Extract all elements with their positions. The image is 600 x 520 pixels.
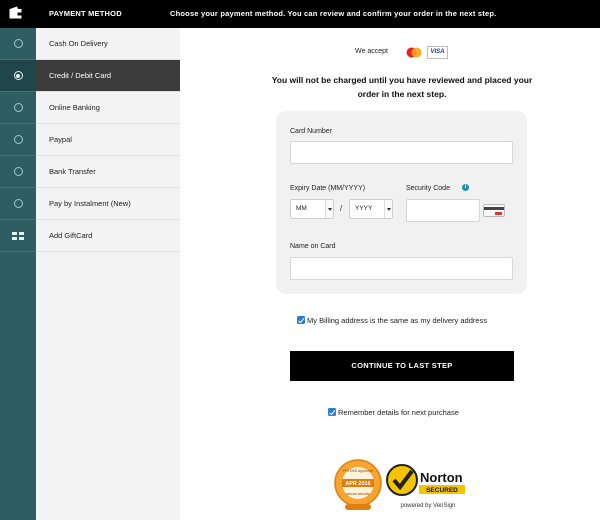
norton-secured-text: SECURED: [426, 487, 458, 494]
top-bar: PAYMENT METHOD Choose your payment metho…: [0, 0, 600, 28]
pci-dss-badge: APR 2016 PCI DSS approved secure securit…: [334, 459, 382, 510]
norton-secured-badge: Norton SECURED powered by VeriSign: [385, 462, 471, 509]
method-item-instalment[interactable]: Pay by Instalment (New): [36, 188, 180, 220]
date-separator: /: [340, 204, 343, 213]
name-on-card-input[interactable]: [290, 257, 513, 280]
remember-details-checkbox[interactable]: [328, 408, 336, 416]
gift-card-icon: [12, 231, 24, 240]
method-item-paypal[interactable]: Paypal: [36, 124, 180, 156]
payment-method-list: Cash On Delivery Credit / Debit Card Onl…: [36, 28, 180, 520]
we-accept-label: We accept: [355, 48, 388, 55]
radio-selected-icon: [13, 71, 23, 80]
norton-brand-text: Norton: [420, 470, 463, 485]
charge-notice: You will not be charged until you have r…: [271, 75, 533, 99]
expiry-month-value: MM: [296, 205, 307, 212]
method-item-bank-transfer[interactable]: Bank Transfer: [36, 156, 180, 188]
radio-icon: [13, 167, 23, 176]
card-back-cvv-icon: [483, 204, 505, 217]
method-radio-cash[interactable]: [0, 28, 36, 60]
method-radio-rail: [0, 28, 36, 520]
expiry-month-select[interactable]: MM: [290, 199, 334, 219]
norton-powered-text: powered by VeriSign: [400, 503, 455, 509]
method-item-credit-debit-card[interactable]: Credit / Debit Card: [36, 60, 180, 92]
method-radio-online-banking[interactable]: [0, 92, 36, 124]
billing-same-label[interactable]: My Billing address is the same as my del…: [307, 316, 487, 325]
method-radio-bank-transfer[interactable]: [0, 156, 36, 188]
expiry-year-select[interactable]: YYYY: [349, 199, 393, 219]
expiry-date-label: Expiry Date (MM/YYYY): [290, 185, 366, 192]
chevron-down-icon: [384, 200, 392, 218]
radio-icon: [13, 135, 23, 144]
visa-logo: VISA: [427, 46, 448, 59]
page-title: PAYMENT METHOD: [49, 9, 122, 18]
radio-icon: [13, 39, 23, 48]
name-on-card-label: Name on Card: [290, 243, 336, 250]
instruction-text: Choose your payment method. You can revi…: [170, 9, 497, 18]
billing-same-checkbox[interactable]: [297, 316, 305, 324]
remember-details-label[interactable]: Remember details for next purchase: [338, 408, 459, 417]
pci-approved-text: PCI DSS approved: [343, 469, 373, 473]
method-radio-paypal[interactable]: [0, 124, 36, 156]
radio-icon: [13, 199, 23, 208]
method-radio-giftcard[interactable]: [0, 220, 36, 252]
method-item-cash-on-delivery[interactable]: Cash On Delivery: [36, 28, 180, 60]
security-code-input[interactable]: [406, 199, 480, 222]
continue-button[interactable]: CONTINUE TO LAST STEP: [290, 351, 514, 381]
method-item-online-banking[interactable]: Online Banking: [36, 92, 180, 124]
pci-security-text: secure security: [346, 492, 370, 496]
card-details-panel: Card Number Expiry Date (MM/YYYY) MM / Y…: [276, 111, 527, 294]
method-radio-card[interactable]: [0, 60, 36, 92]
mastercard-logo: [404, 46, 424, 59]
wallet-icon: [9, 6, 22, 19]
chevron-down-icon: [325, 200, 333, 218]
info-icon[interactable]: i: [462, 184, 469, 191]
card-number-label: Card Number: [290, 128, 333, 135]
card-number-input[interactable]: [290, 141, 513, 164]
expiry-year-value: YYYY: [355, 205, 373, 212]
method-radio-instalment[interactable]: [0, 188, 36, 220]
radio-icon: [13, 103, 23, 112]
pci-date-text: APR 2016: [345, 481, 370, 487]
security-code-label: Security Code: [406, 185, 450, 192]
method-item-gift-card[interactable]: Add GiftCard: [36, 220, 180, 252]
